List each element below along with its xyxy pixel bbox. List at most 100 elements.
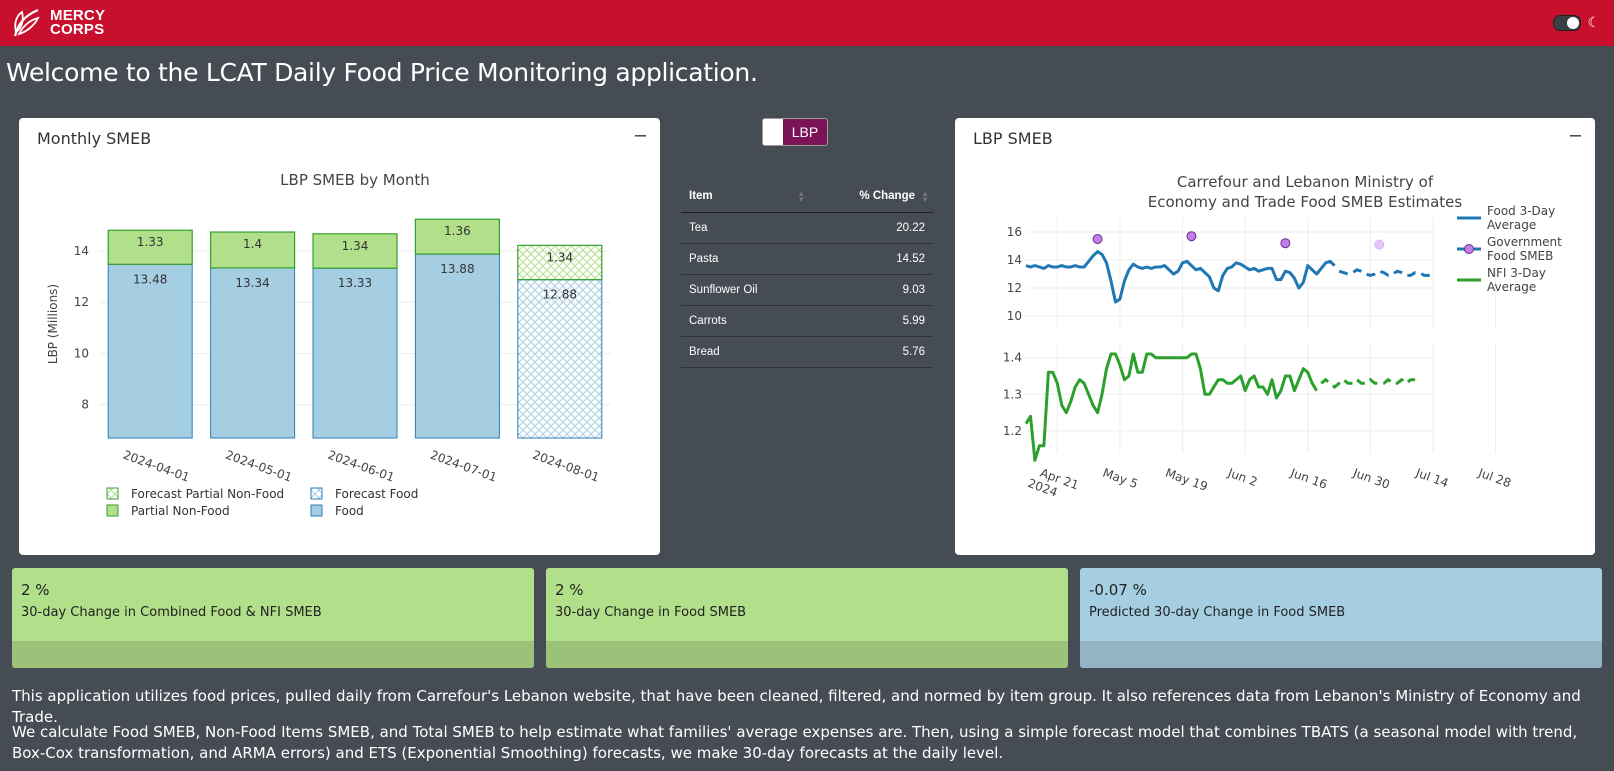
nfi-line: [1024, 352, 1318, 462]
government-smeb-point: [1280, 238, 1291, 249]
x-tick-label: 2024-08-01: [531, 448, 601, 485]
brand-name: MERCY CORPS: [50, 8, 105, 38]
table-row: Sunflower Oil 9.03: [681, 274, 933, 306]
x-tick-label: Jun 30: [1350, 465, 1391, 491]
stat-label: Predicted 30-day Change in Food SMEB: [1089, 605, 1346, 620]
change-cell: 9.03: [809, 274, 933, 306]
y-tick-label: 12: [1007, 281, 1022, 295]
theme-switch[interactable]: [1553, 14, 1582, 31]
food-data-label: 13.48: [133, 272, 167, 286]
sort-icon[interactable]: ▲ ▼: [797, 190, 805, 204]
y-tick-label: 1.3: [1003, 387, 1022, 401]
y-tick-label: 12: [74, 295, 89, 309]
table-row: Tea 20.22: [681, 212, 933, 244]
legend-marker: [1464, 244, 1474, 254]
legend-label-line-2: Food SMEB: [1487, 249, 1553, 263]
government-smeb-point: [1186, 231, 1197, 242]
x-tick-label: Jul 28: [1476, 465, 1513, 490]
currency-toggle[interactable]: LBP: [762, 118, 828, 146]
food-bar: [107, 263, 193, 439]
y-tick-label: 1.4: [1003, 351, 1022, 365]
theme-toggle[interactable]: ☾: [1553, 14, 1600, 31]
food-data-label: 13.88: [440, 262, 474, 276]
nfi-forecast-line: [1320, 377, 1416, 389]
chart-title: LBP SMEB by Month: [280, 171, 430, 189]
x-tick-label: Apr 212024: [1026, 463, 1081, 506]
food-forecast-line: [1338, 268, 1433, 278]
food-bar: [414, 253, 500, 439]
food-line: [1025, 250, 1336, 304]
item-cell: Sunflower Oil: [681, 274, 810, 306]
change-cell: 14.52: [809, 243, 933, 275]
column-header-item[interactable]: Item ▲ ▼: [681, 180, 810, 213]
x-tick-label: Jun 16: [1288, 465, 1329, 491]
lbp-smeb-card: LBP SMEB – Carrefour and Lebanon Ministr…: [955, 118, 1595, 555]
brand-line-2: CORPS: [50, 21, 105, 38]
x-tick-label: 2024-07-01: [428, 448, 498, 485]
monthly-smeb-card: Monthly SMEB – LBP SMEB by Month 8 10 12 14 L…: [19, 118, 660, 555]
mercy-corps-logo[interactable]: MERCY CORPS: [10, 6, 105, 40]
x-tick-label: May 5: [1101, 466, 1140, 492]
legend-swatch: [310, 504, 323, 517]
stat-value: 2 %: [21, 581, 50, 599]
y-axis-label: LBP (Millions): [46, 284, 60, 364]
y-tick-label: 10: [1007, 309, 1022, 323]
stat-value: -0.07 %: [1089, 581, 1147, 599]
currency-label[interactable]: LBP: [783, 119, 827, 145]
currency-toggle-knob[interactable]: [763, 119, 783, 145]
y-tick-label: 10: [74, 346, 89, 360]
x-tick-label: Jun 2: [1225, 465, 1259, 489]
chart-title-line-1: Carrefour and Lebanon Ministry of: [1177, 173, 1434, 191]
item-cell: Carrots: [681, 305, 810, 337]
table-row: Pasta 14.52: [681, 243, 933, 275]
stat-combined-change: 2 % 30-day Change in Combined Food & NFI…: [12, 568, 534, 668]
nonfood-data-label: 1.33: [137, 235, 164, 249]
legend-label: Food: [335, 504, 364, 518]
legend-label: Forecast Partial Non-Food: [131, 487, 284, 501]
x-tick-label: May 19: [1164, 466, 1210, 494]
change-cell: 5.76: [809, 336, 933, 368]
food-bar: [312, 267, 398, 439]
stat-value: 2 %: [555, 581, 584, 599]
legend-label: Partial Non-Food: [131, 504, 230, 518]
government-smeb-point: [1092, 234, 1103, 244]
smeb-bar-chart: LBP SMEB by Month 8 10 12 14 LBP (Millions) 13…: [46, 171, 611, 518]
food-data-label: 13.34: [235, 276, 269, 290]
food-data-label: 12.88: [543, 288, 577, 302]
stat-predicted-change: -0.07 % Predicted 30-day Change in Food …: [1080, 568, 1602, 668]
y-tick-label: 14: [1007, 253, 1022, 267]
legend-swatch: [106, 487, 119, 500]
legend-label: Forecast Food: [335, 487, 418, 501]
forecast-food-bar: [517, 279, 603, 439]
table-row: Carrots 5.99: [681, 305, 933, 337]
column-header-change[interactable]: % Change ▲ ▼: [809, 180, 933, 213]
legend-swatch: [106, 504, 119, 517]
legend-label-line-1: Food 3-Day: [1487, 204, 1555, 218]
price-change-table: Item ▲ ▼ % Change ▲ ▼ Tea 20.22 Pasta 14.52 Su…: [681, 180, 933, 368]
y-tick-label: 1.2: [1003, 424, 1022, 438]
nonfood-data-label: 1.34: [342, 239, 369, 253]
y-tick-label: 14: [74, 244, 89, 258]
legend-label-line-2: Average: [1487, 218, 1536, 232]
x-tick-label: Jul 14: [1413, 465, 1450, 490]
leaf-logo-icon: [13, 8, 40, 37]
smeb-line-chart: Carrefour and Lebanon Ministry of Economy…: [1003, 173, 1562, 506]
stat-label: 30-day Change in Food SMEB: [555, 605, 747, 620]
item-cell: Tea: [681, 212, 810, 244]
food-data-label: 13.33: [338, 276, 372, 290]
chart-title-line-2: Economy and Trade Food SMEB Estimates: [1148, 193, 1463, 211]
legend-label-line-1: NFI 3-Day: [1487, 266, 1546, 280]
y-tick-label: 16: [1007, 225, 1022, 239]
legend-swatch: [310, 487, 323, 500]
change-cell: 5.99: [809, 305, 933, 337]
x-tick-label: 2024-05-01: [224, 448, 294, 485]
stat-label: 30-day Change in Combined Food & NFI SME…: [21, 605, 322, 620]
nonfood-data-label: 1.36: [444, 224, 471, 238]
x-tick-label: 2024-04-01: [121, 448, 191, 485]
sort-icon[interactable]: ▲ ▼: [921, 190, 929, 204]
x-tick-label: 2024-06-01: [326, 448, 396, 485]
item-cell: Bread: [681, 336, 810, 368]
description-paragraph-2: We calculate Food SMEB, Non-Food Items S…: [12, 723, 1578, 762]
government-smeb-point: [1374, 239, 1385, 250]
item-cell: Pasta: [681, 243, 810, 275]
